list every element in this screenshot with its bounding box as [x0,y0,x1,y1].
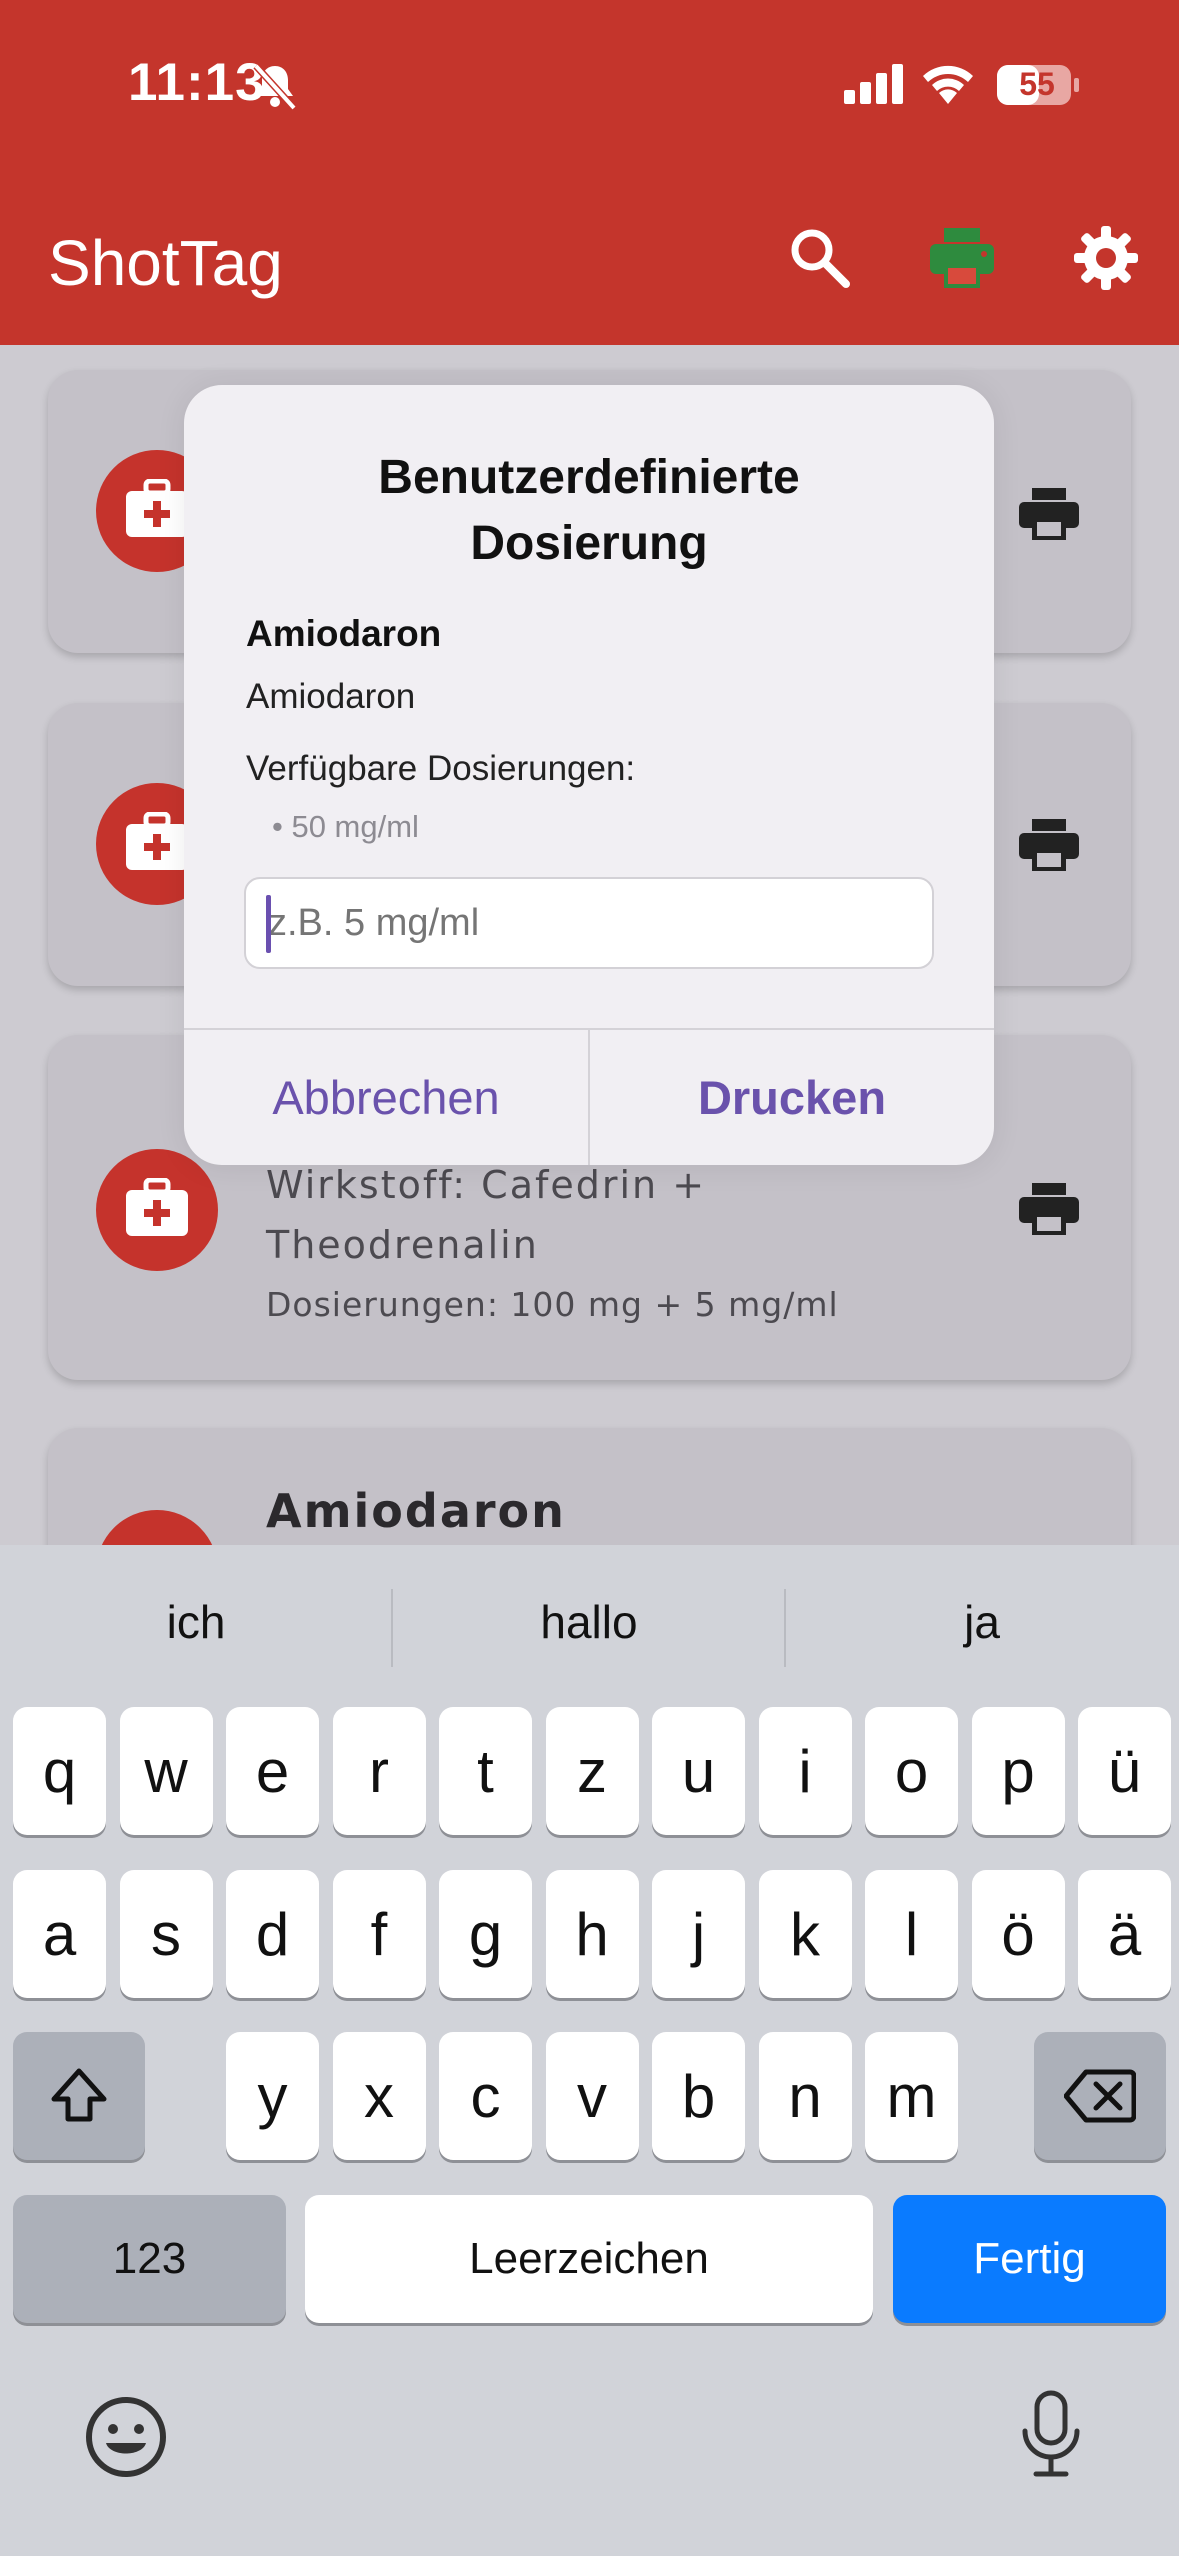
dialog-title: Benutzerdefinierte Dosierung [378,451,800,570]
emoji-icon[interactable] [84,2395,168,2479]
key-t[interactable]: t [439,1707,532,1835]
card-title: Amiodaron [266,1484,566,1538]
key-z[interactable]: z [545,1707,639,1835]
card-ingredient: Wirkstoff: Cafedrin + Theodrenalin Dosie… [266,1155,839,1335]
printer-icon[interactable] [928,226,996,290]
bell-muted-icon [253,63,297,110]
key-ä[interactable]: ä [1078,1870,1171,1998]
backspace-key[interactable] [1034,2032,1166,2160]
printer-icon[interactable] [1019,488,1079,540]
shift-key[interactable] [13,2032,145,2160]
app-title: ShotTag [48,227,283,299]
key-p[interactable]: p [971,1707,1065,1835]
gear-icon[interactable] [1074,226,1138,290]
suggestion-item[interactable]: ja [786,1595,1178,1649]
key-s[interactable]: s [119,1870,213,1998]
key-ü[interactable]: ü [1078,1707,1171,1835]
key-v[interactable]: v [545,2032,639,2160]
drug-subtitle: Amiodaron [246,677,416,716]
key-g[interactable]: g [439,1870,532,1998]
key-b[interactable]: b [652,2032,745,2160]
microphone-icon[interactable] [1018,2389,1084,2479]
custom-dosage-dialog: Benutzerdefinierte Dosierung Amiodaron A… [184,385,994,1165]
done-key[interactable]: Fertig [893,2195,1166,2323]
key-l[interactable]: l [865,1870,958,1998]
key-y[interactable]: y [226,2032,319,2160]
key-c[interactable]: c [439,2032,532,2160]
key-j[interactable]: j [652,1870,745,1998]
key-w[interactable]: w [119,1707,213,1835]
status-time: 11:13 [128,53,266,112]
cancel-button[interactable]: Abbrechen [184,1030,588,1165]
text-cursor [266,895,271,953]
key-n[interactable]: n [758,2032,852,2160]
keyboard: ich hallo ja qwertzuiopü asdfghjklöä yxc… [0,1545,1179,2556]
print-button[interactable]: Drucken [590,1030,994,1165]
key-ö[interactable]: ö [971,1870,1065,1998]
backspace-icon [1064,2069,1136,2123]
key-o[interactable]: o [865,1707,958,1835]
key-d[interactable]: d [226,1870,319,1998]
available-dosages-label: Verfügbare Dosierungen: [246,749,636,788]
search-icon[interactable] [788,226,852,290]
numbers-key[interactable]: 123 [13,2195,286,2323]
key-q[interactable]: q [13,1707,106,1835]
cellular-signal-icon [844,64,903,104]
key-e[interactable]: e [226,1707,319,1835]
space-key[interactable]: Leerzeichen [305,2195,873,2323]
key-k[interactable]: k [758,1870,852,1998]
key-f[interactable]: f [332,1870,426,1998]
key-h[interactable]: h [545,1870,639,1998]
key-u[interactable]: u [652,1707,745,1835]
suggestion-item[interactable]: ich [0,1595,392,1649]
app-header: 11:13 55 ShotTag [0,0,1179,345]
battery-level: 55 [1019,66,1055,102]
key-m[interactable]: m [865,2032,958,2160]
wifi-icon [923,65,973,104]
key-a[interactable]: a [13,1870,106,1998]
card-dosage: Dosierungen: 100 mg + 5 mg/ml [266,1285,839,1324]
dosage-input[interactable] [244,877,934,969]
medical-kit-icon [96,1149,218,1271]
suggestion-item[interactable]: hallo [393,1595,785,1649]
printer-icon[interactable] [1019,1183,1079,1235]
key-i[interactable]: i [758,1707,852,1835]
available-dosage-item: • 50 mg/ml [272,809,419,844]
key-x[interactable]: x [332,2032,426,2160]
key-r[interactable]: r [332,1707,426,1835]
shift-icon [51,2068,107,2122]
printer-icon[interactable] [1019,819,1079,871]
drug-name: Amiodaron [246,613,442,654]
